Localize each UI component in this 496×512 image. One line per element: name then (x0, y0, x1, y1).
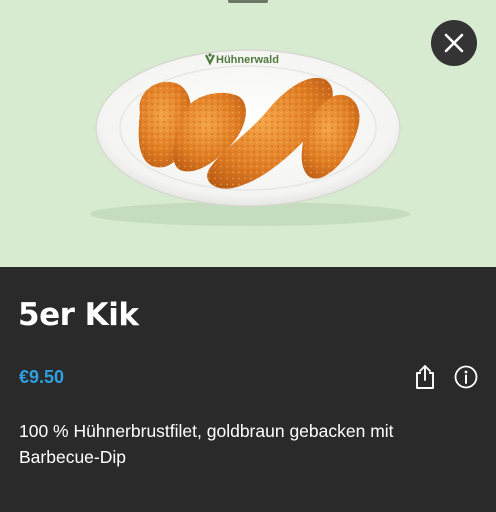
info-icon (454, 365, 478, 389)
close-icon (444, 33, 464, 53)
share-icon (416, 365, 434, 389)
product-details: 5er Kik €9.50 100 % Hühnerbrustfilet, go… (0, 267, 496, 512)
product-image: Hühnerwald (0, 0, 496, 267)
brand-logo: Hühnerwald (205, 53, 279, 66)
info-button[interactable] (454, 365, 478, 389)
close-button[interactable] (431, 20, 477, 66)
chicken-tenders-plate-image: Hühnerwald (90, 49, 410, 226)
product-title: 5er Kik (18, 297, 139, 333)
product-description: 100 % Hühnerbrustfilet, goldbraun geback… (19, 421, 394, 467)
share-button[interactable] (413, 364, 437, 390)
brand-logo-text: Hühnerwald (216, 54, 279, 66)
product-price: €9.50 (19, 367, 65, 387)
